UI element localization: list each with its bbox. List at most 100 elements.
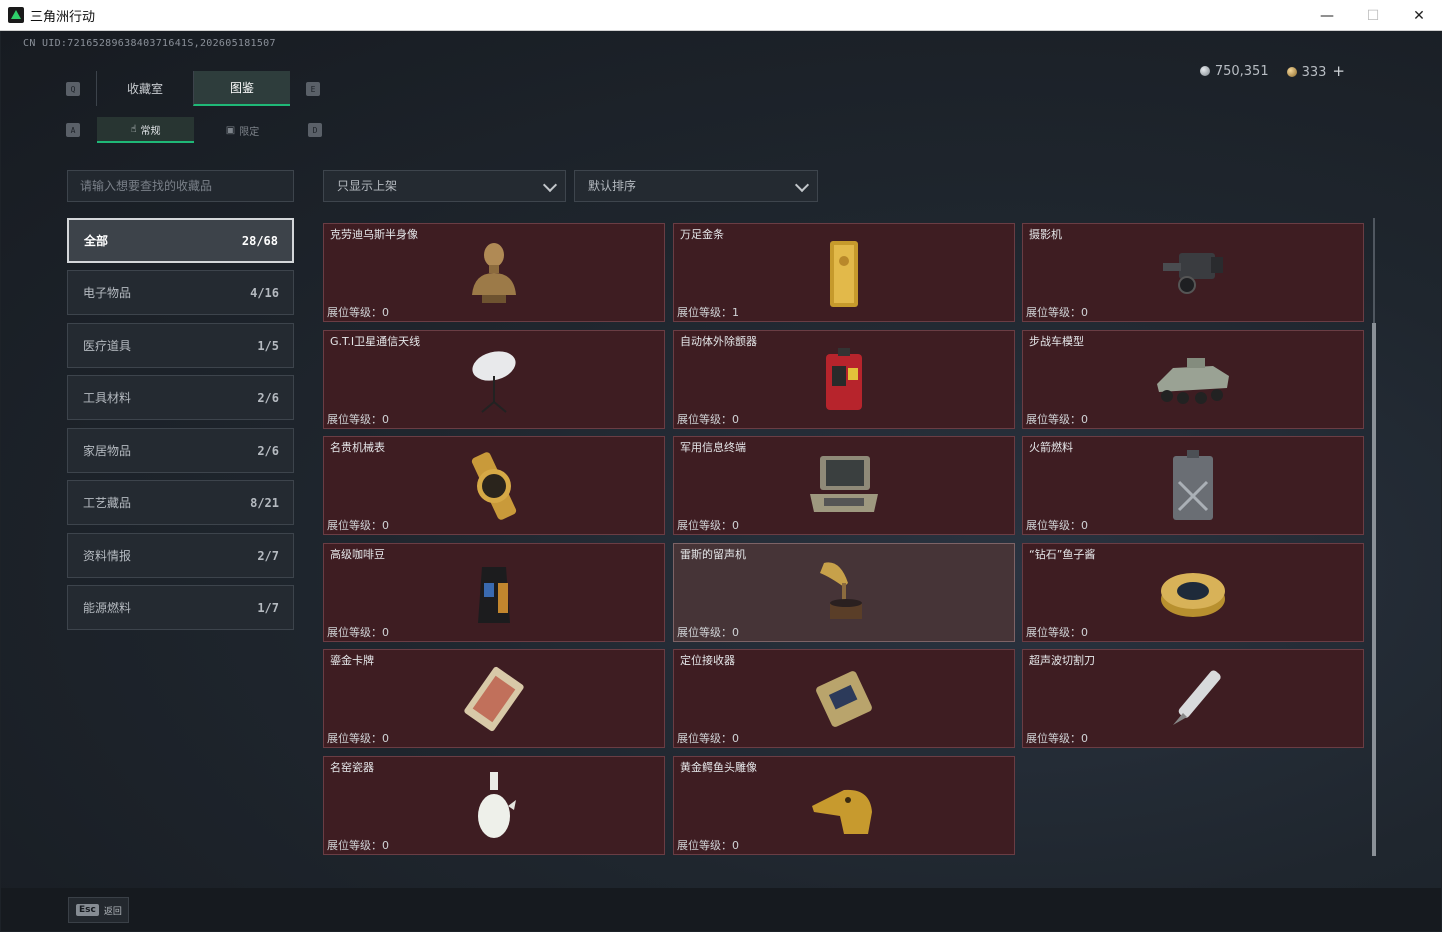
category-label: 全部 <box>84 234 109 248</box>
item-card[interactable]: 克劳迪乌斯半身像 展位等级：0 <box>323 223 665 322</box>
item-name: 高级咖啡豆 <box>330 548 385 561</box>
category-count: 1/7 <box>257 600 279 615</box>
defibrillator-icon <box>826 347 862 410</box>
subtab-regular-label: 常规 <box>140 125 161 137</box>
item-name: 军用信息终端 <box>680 441 746 454</box>
gilded-card-icon <box>464 666 524 731</box>
satellite-dish-icon <box>472 350 516 413</box>
ultrasonic-cutter-icon <box>1173 669 1221 725</box>
key-hint-a: A <box>66 123 80 137</box>
category-count: 1/5 <box>257 338 279 353</box>
minimize-button[interactable]: — <box>1304 0 1350 31</box>
item-name: 定位接收器 <box>680 654 735 667</box>
item-card[interactable]: 定位接收器 展位等级：0 <box>673 649 1015 748</box>
gold-coin-icon <box>1286 67 1297 77</box>
gold-bar-icon <box>830 240 858 307</box>
item-card[interactable]: 超声波切割刀 展位等级：0 <box>1022 649 1364 748</box>
category-intel[interactable]: 资料情报 2/7 <box>67 533 294 578</box>
gold-currency[interactable]: 333 + <box>1286 62 1345 80</box>
item-card[interactable]: 火箭燃料 展位等级：0 <box>1022 436 1364 535</box>
category-tools[interactable]: 工具材料 2/6 <box>67 375 294 420</box>
item-card[interactable]: 鎏金卡牌 展位等级：0 <box>323 649 665 748</box>
category-label: 家居物品 <box>83 444 132 458</box>
gps-receiver-icon <box>816 670 872 727</box>
close-button[interactable]: ✕ <box>1396 0 1442 31</box>
back-button[interactable]: Esc 返回 <box>68 897 129 923</box>
category-count: 2/7 <box>257 548 279 563</box>
item-card[interactable]: “钻石”鱼子酱 展位等级：0 <box>1022 543 1364 642</box>
item-level: 展位等级：0 <box>327 626 389 639</box>
item-level: 展位等级：1 <box>677 306 739 319</box>
item-name: 自动体外除颤器 <box>680 335 757 348</box>
item-name: 黄金鳄鱼头雕像 <box>680 761 757 774</box>
category-all[interactable]: 全部 28/68 <box>67 218 294 263</box>
item-card[interactable]: 军用信息终端 展位等级：0 <box>673 436 1015 535</box>
maximize-button[interactable]: ☐ <box>1350 0 1396 31</box>
camera-icon <box>1163 252 1223 294</box>
item-level: 展位等级：0 <box>1026 519 1088 532</box>
category-label: 医疗道具 <box>83 339 132 353</box>
subtab-limited[interactable]: ▣ 限定 <box>194 117 291 143</box>
category-medical[interactable]: 医疗道具 1/5 <box>67 323 294 368</box>
window-titlebar: 三角洲行动 — ☐ ✕ <box>0 0 1442 31</box>
item-level: 展位等级：0 <box>1026 306 1088 319</box>
item-level: 展位等级：0 <box>1026 732 1088 745</box>
category-count: 8/21 <box>250 495 279 510</box>
item-level: 展位等级：0 <box>327 413 389 426</box>
search-input[interactable]: 请输入想要查找的收藏品 <box>67 170 294 202</box>
item-name: 名贵机械表 <box>330 441 385 454</box>
coffee-bag-icon <box>478 566 510 623</box>
subtab-limited-label: 限定 <box>239 126 260 138</box>
esc-key: Esc <box>76 904 99 916</box>
silver-currency: 750,351 <box>1199 63 1269 79</box>
silver-amount: 750,351 <box>1214 63 1269 79</box>
item-level: 展位等级：0 <box>1026 626 1088 639</box>
item-card[interactable]: 名贵机械表 展位等级：0 <box>323 436 665 535</box>
key-hint-e: E <box>306 82 320 96</box>
item-card[interactable]: 步战车模型 展位等级：0 <box>1022 330 1364 429</box>
category-household[interactable]: 家居物品 2/6 <box>67 428 294 473</box>
gold-amount: 333 <box>1301 65 1327 80</box>
tab-catalog[interactable]: 图鉴 <box>193 71 290 106</box>
category-count: 2/6 <box>257 390 279 405</box>
chevron-down-icon <box>542 177 558 193</box>
game-viewport: CN UID:7216528963840371641S,202605181507… <box>1 31 1441 931</box>
category-label: 工具材料 <box>83 391 132 405</box>
main-tabs: 收藏室 图鉴 <box>96 71 290 106</box>
category-count: 2/6 <box>257 443 279 458</box>
item-card[interactable]: 黄金鳄鱼头雕像 展位等级：0 <box>673 756 1015 855</box>
category-crafts[interactable]: 工艺藏品 8/21 <box>67 480 294 525</box>
croc-head-statue-icon <box>812 789 872 834</box>
item-card[interactable]: 万足金条 展位等级：1 <box>673 223 1015 322</box>
item-name: 鎏金卡牌 <box>330 654 374 667</box>
tab-collection-room[interactable]: 收藏室 <box>96 71 193 106</box>
item-level: 展位等级：0 <box>1026 413 1088 426</box>
item-card[interactable]: G.T.I卫星通信天线 展位等级：0 <box>323 330 665 429</box>
watch-icon <box>471 451 517 520</box>
item-card[interactable]: 摄影机 展位等级：0 <box>1022 223 1364 322</box>
display-filter-dropdown[interactable]: 只显示上架 <box>323 170 566 202</box>
item-card[interactable]: 自动体外除颤器 展位等级：0 <box>673 330 1015 429</box>
category-count: 4/16 <box>250 285 279 300</box>
terminal-icon <box>810 455 878 512</box>
item-level: 展位等级：0 <box>677 519 739 532</box>
key-hint-d: D <box>308 123 322 137</box>
item-name: 克劳迪乌斯半身像 <box>330 228 418 241</box>
hand-icon: ☝ <box>130 123 137 135</box>
silver-coin-icon <box>1199 65 1210 76</box>
category-label: 工艺藏品 <box>83 496 132 510</box>
item-card[interactable]: 雷斯的留声机 展位等级：0 <box>673 543 1015 642</box>
item-name: “钻石”鱼子酱 <box>1029 548 1096 561</box>
chevron-down-icon <box>794 177 810 193</box>
category-energy[interactable]: 能源燃料 1/7 <box>67 585 294 630</box>
item-card[interactable]: 高级咖啡豆 展位等级：0 <box>323 543 665 642</box>
item-card[interactable]: 名窑瓷器 展位等级：0 <box>323 756 665 855</box>
category-label: 电子物品 <box>83 286 132 300</box>
scrollbar-thumb[interactable] <box>1372 323 1376 856</box>
item-name: 火箭燃料 <box>1029 441 1073 454</box>
sort-dropdown[interactable]: 默认排序 <box>574 170 818 202</box>
add-currency-icon[interactable]: + <box>1332 62 1345 80</box>
category-electronics[interactable]: 电子物品 4/16 <box>67 270 294 315</box>
subtab-regular[interactable]: ☝ 常规 <box>97 117 194 143</box>
gramophone-icon <box>820 561 862 619</box>
